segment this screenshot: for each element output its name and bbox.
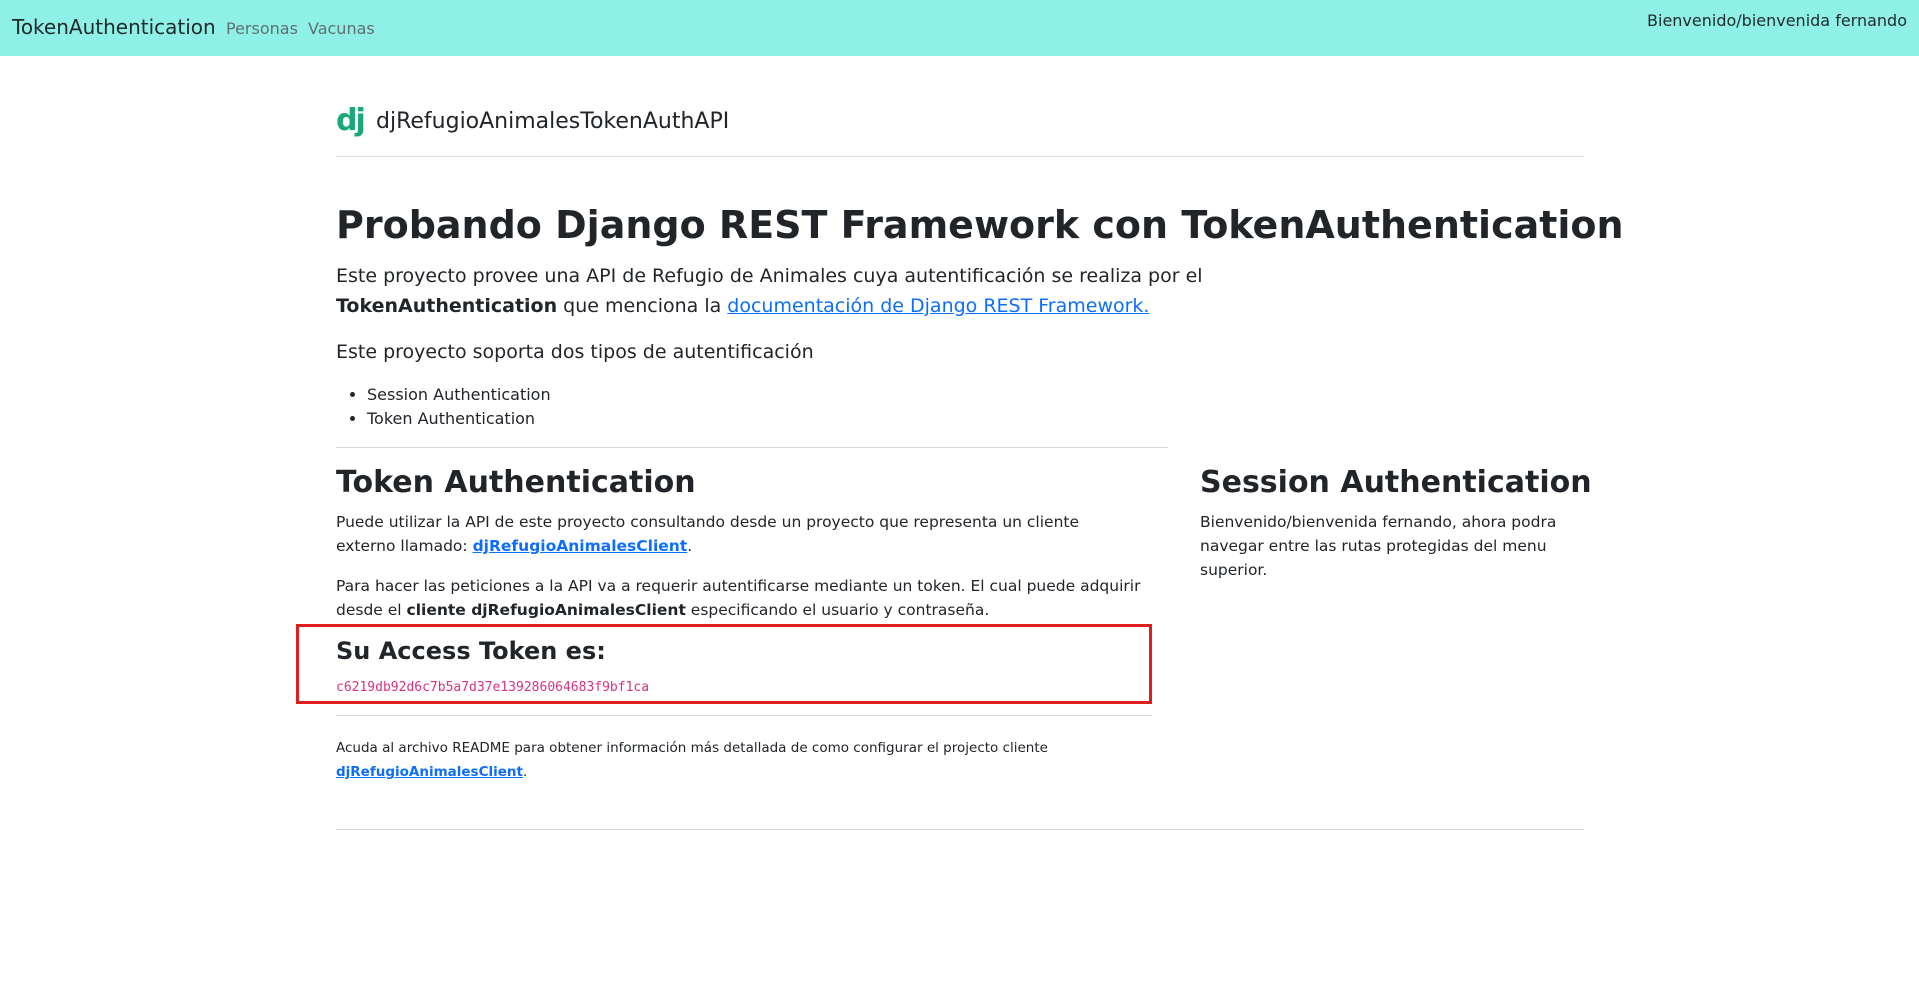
page-title: Probando Django REST Framework con Token… <box>336 203 1624 247</box>
drf-docs-link[interactable]: documentación de Django REST Framework. <box>727 295 1149 317</box>
token-auth-paragraph-2: Para hacer las peticiones a la API va a … <box>336 574 1156 622</box>
token-p2-bold: cliente djRefugioAnimalesClient <box>406 601 686 619</box>
token-p1-text: Puede utilizar la API de este proyecto c… <box>336 513 1080 555</box>
welcome-message: Bienvenido/bienvenida fernando <box>1647 11 1907 30</box>
client-link[interactable]: djRefugioAnimalesClient <box>473 537 688 555</box>
navbar-brand[interactable]: TokenAuthentication <box>12 15 216 39</box>
list-item: Token Authentication <box>367 407 551 431</box>
readme-client-link[interactable]: djRefugioAnimalesClient <box>336 764 523 780</box>
token-auth-paragraph-1: Puede utilizar la API de este proyecto c… <box>336 510 1136 558</box>
divider <box>336 715 1152 716</box>
nav-link-personas[interactable]: Personas <box>226 19 298 38</box>
divider <box>336 447 1168 448</box>
readme-note: Acuda al archivo README para obtener inf… <box>336 736 1136 784</box>
intro-text-part1: Este proyecto provee una API de Refugio … <box>336 265 1203 287</box>
intro-line-2: TokenAuthentication que menciona la docu… <box>336 291 1149 321</box>
auth-types-list: Session Authentication Token Authenticat… <box>336 383 551 431</box>
readme-note-text: Acuda al archivo README para obtener inf… <box>336 740 1048 756</box>
intro-line-1: Este proyecto provee una API de Refugio … <box>336 261 1203 291</box>
session-auth-heading: Session Authentication <box>1200 465 1592 500</box>
token-p1-end: . <box>687 537 693 555</box>
footer-divider <box>336 829 1584 830</box>
access-token-value: c6219db92d6c7b5a7d37e139286064683f9bf1ca <box>336 680 650 695</box>
access-token-title: Su Access Token es: <box>336 637 606 665</box>
support-text: Este proyecto soporta dos tipos de auten… <box>336 341 814 363</box>
readme-note-end: . <box>522 764 528 780</box>
nav-link-vacunas[interactable]: Vacunas <box>308 19 375 38</box>
intro-text-part2: que menciona la <box>557 295 728 317</box>
session-auth-text: Bienvenido/bienvenida fernando, ahora po… <box>1200 513 1557 579</box>
intro-bold: TokenAuthentication <box>336 295 558 317</box>
site-name: djRefugioAnimalesTokenAuthAPI <box>376 109 730 134</box>
token-auth-heading: Token Authentication <box>336 465 696 500</box>
token-p2-end: especificando el usuario y contraseña. <box>685 601 990 619</box>
list-item: Session Authentication <box>367 383 551 407</box>
django-logo-icon: dj <box>336 103 366 138</box>
top-navbar: TokenAuthentication Personas Vacunas Bie… <box>0 0 1919 56</box>
site-header: dj djRefugioAnimalesTokenAuthAPI <box>336 106 1584 157</box>
